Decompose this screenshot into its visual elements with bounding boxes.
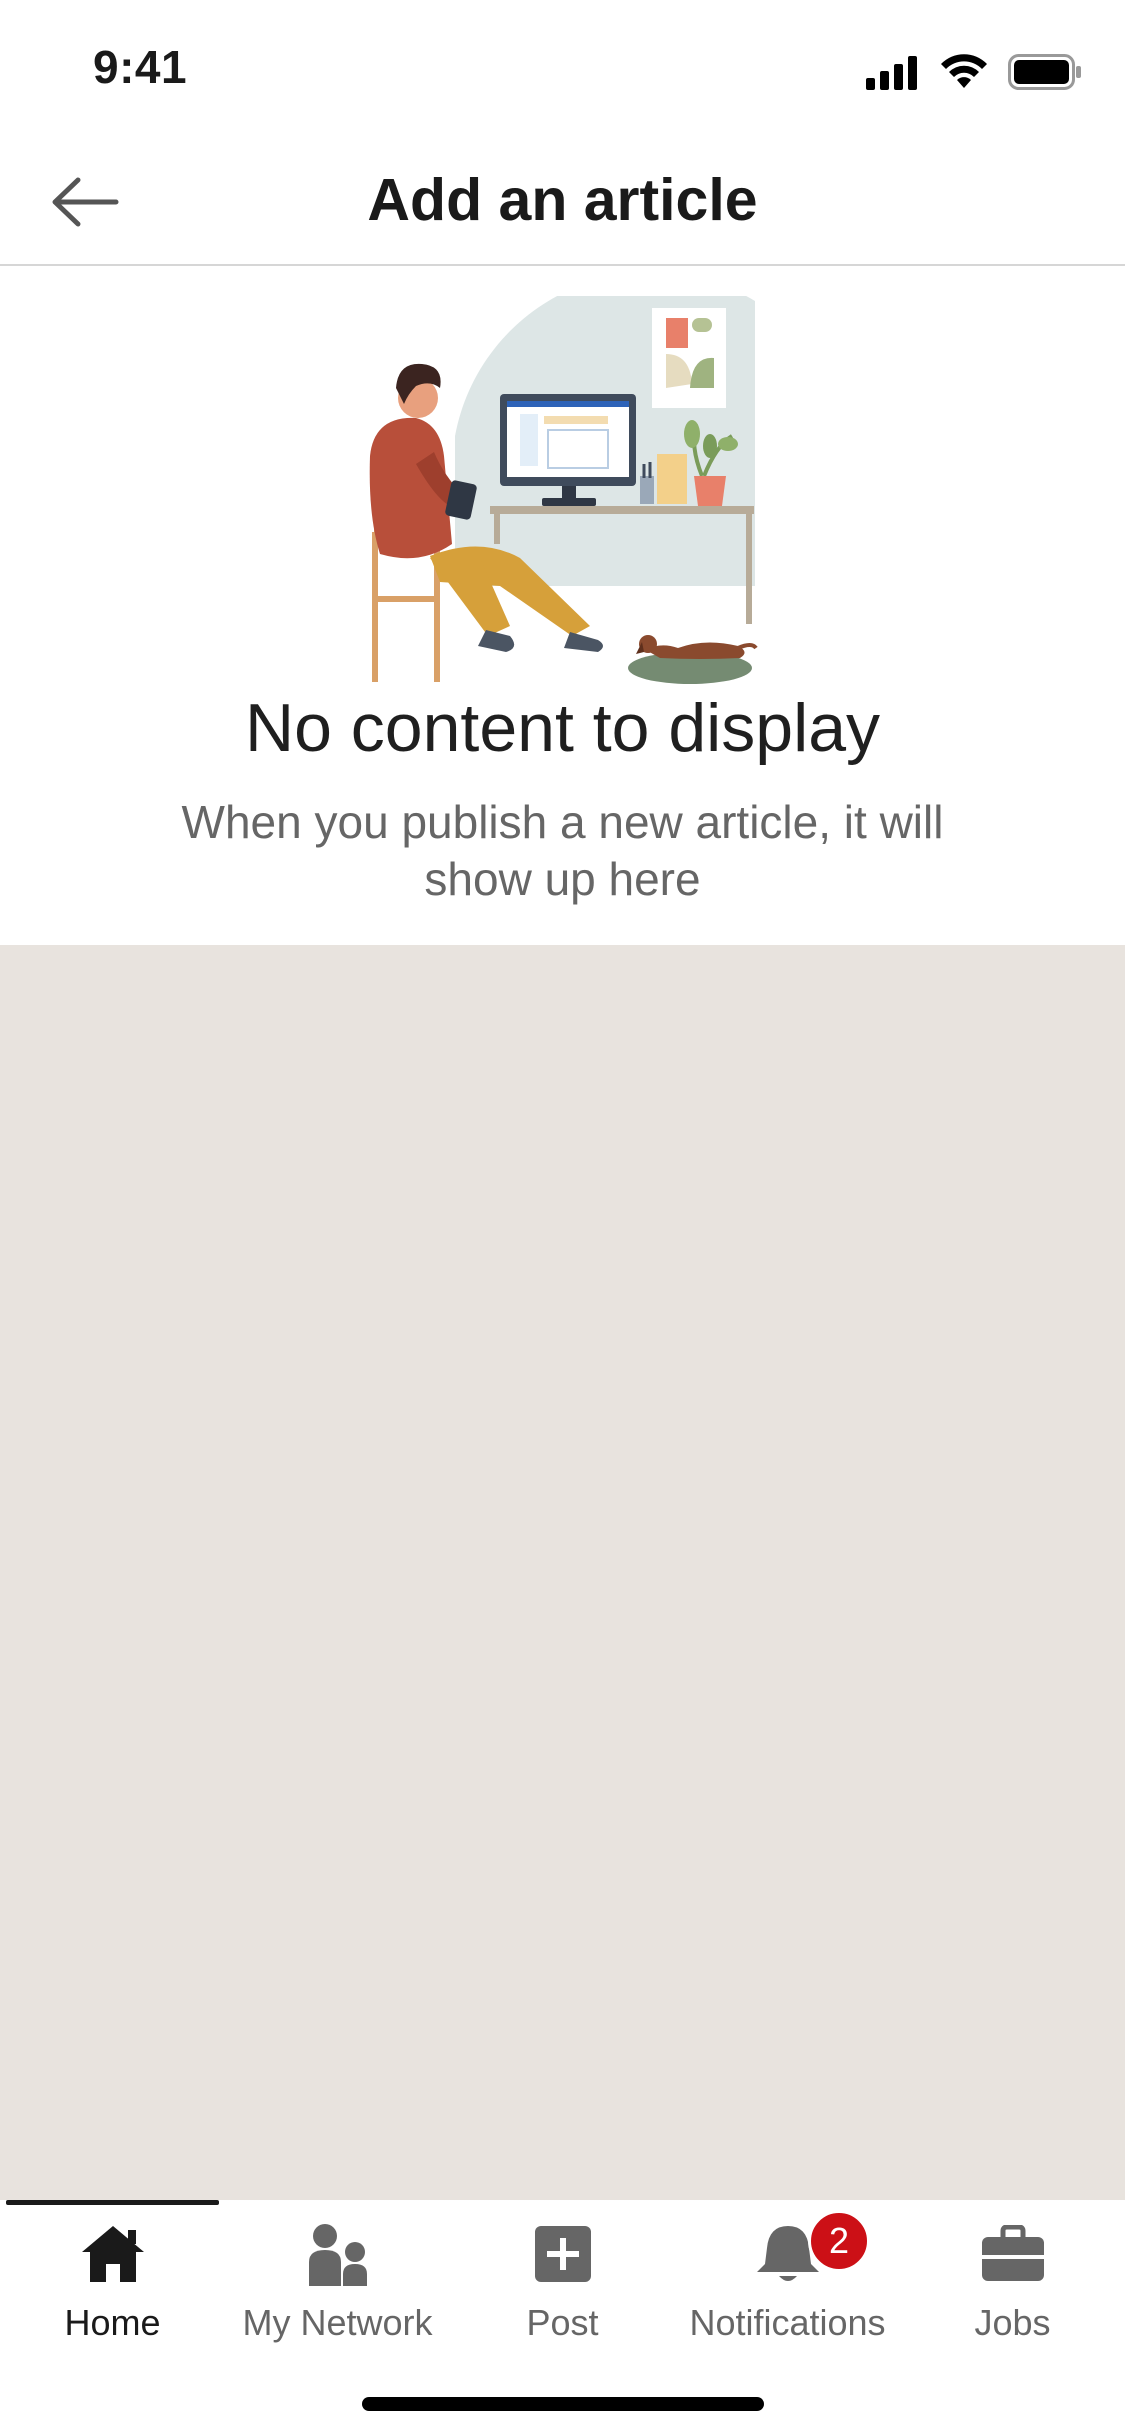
active-tab-indicator bbox=[6, 2200, 219, 2205]
nav-label-notifications: Notifications bbox=[689, 2302, 886, 2343]
battery-icon bbox=[1008, 54, 1081, 90]
nav-label-jobs: Jobs bbox=[974, 2302, 1051, 2343]
home-icon bbox=[73, 2214, 153, 2294]
wifi-icon bbox=[941, 54, 987, 88]
home-indicator[interactable] bbox=[362, 2397, 764, 2411]
signal-icon bbox=[866, 56, 917, 90]
status-time: 9:41 bbox=[93, 41, 188, 93]
header: Add an article bbox=[0, 140, 1125, 266]
status-icons bbox=[866, 50, 1082, 90]
nav-item-home[interactable]: Home bbox=[0, 2214, 225, 2364]
nav-label-home: Home bbox=[64, 2302, 161, 2343]
nav-item-my-network[interactable]: My Network bbox=[225, 2214, 450, 2364]
briefcase-icon bbox=[973, 2214, 1053, 2294]
empty-state-subtitle: When you publish a new article, it will … bbox=[181, 796, 944, 905]
notifications-badge: 2 bbox=[808, 2210, 870, 2272]
nav-label-post: Post bbox=[526, 2302, 599, 2343]
empty-state-title: No content to display bbox=[244, 690, 881, 766]
status-bar: 9:41 bbox=[0, 0, 1125, 140]
empty-state: No content to display When you publish a… bbox=[0, 266, 1125, 945]
nav-label-my-network: My Network bbox=[242, 2302, 433, 2343]
network-icon bbox=[298, 2214, 378, 2294]
nav-item-post[interactable]: Post bbox=[450, 2214, 675, 2364]
empty-state-illustration bbox=[369, 296, 758, 684]
content-area bbox=[0, 945, 1125, 2200]
plus-square-icon bbox=[523, 2214, 603, 2294]
page-title: Add an article bbox=[367, 167, 758, 233]
nav-item-jobs[interactable]: Jobs bbox=[900, 2214, 1125, 2364]
